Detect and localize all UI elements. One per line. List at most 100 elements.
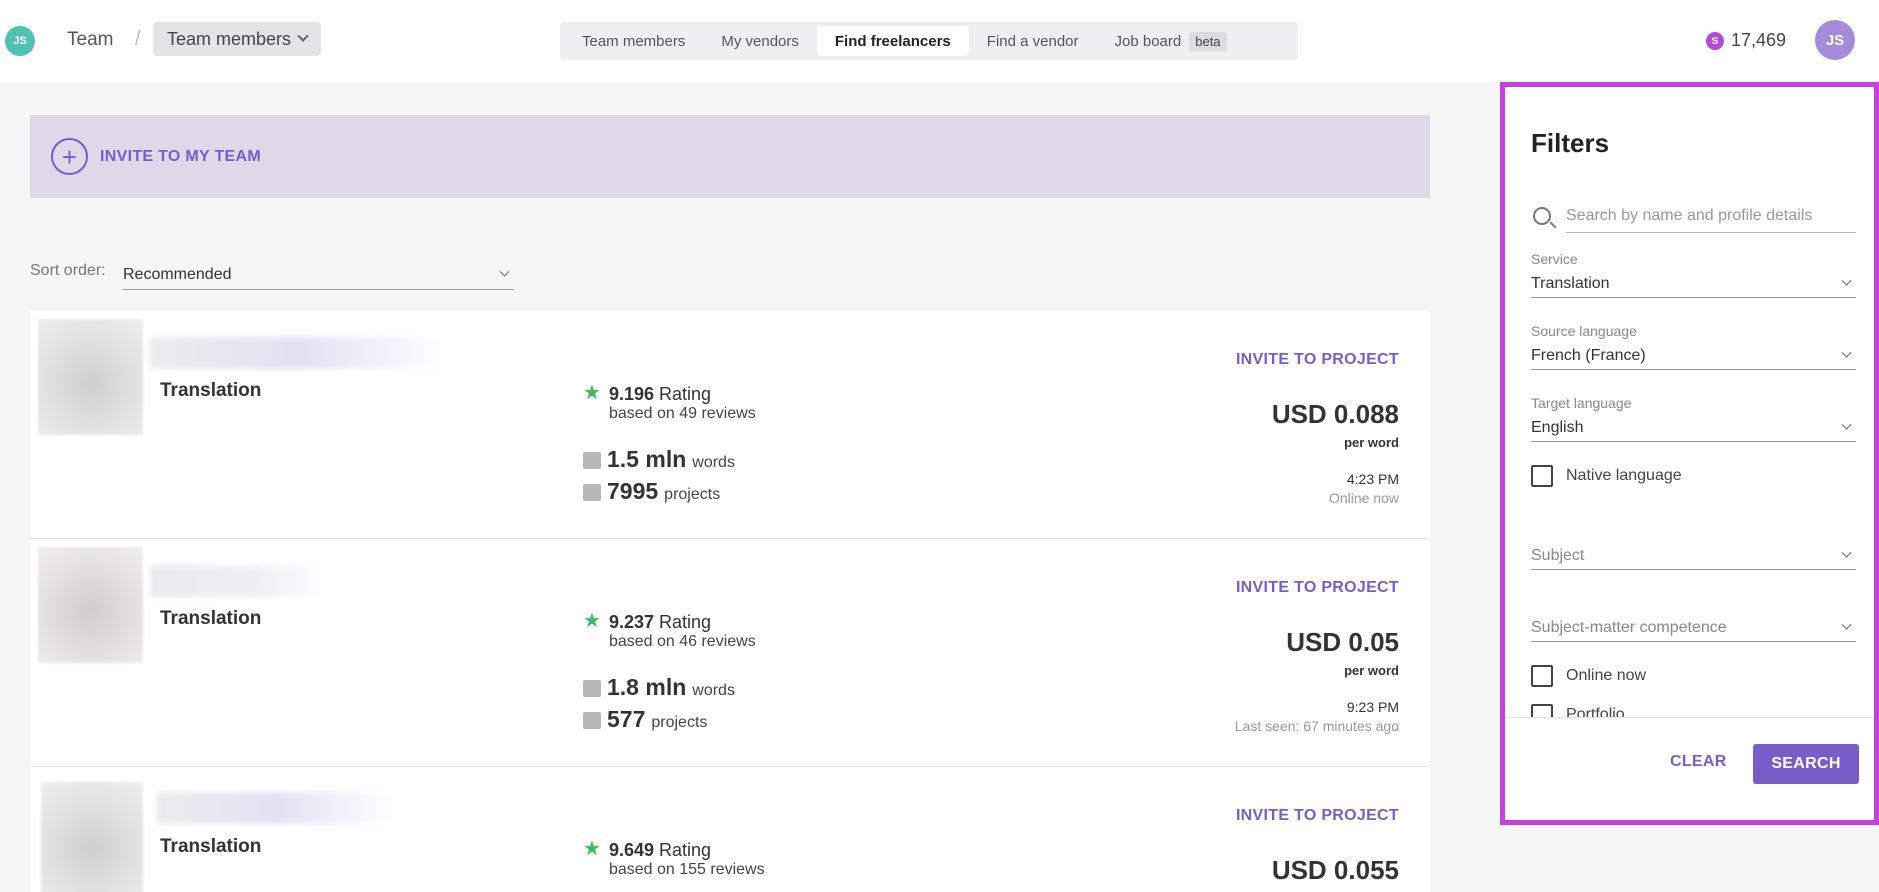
- invite-to-team-button[interactable]: + INVITE TO MY TEAM: [30, 115, 1430, 198]
- words-value: 1.5 mln: [607, 446, 687, 472]
- target-language-label: Target language: [1531, 395, 1632, 411]
- invite-to-team-label: INVITE TO MY TEAM: [100, 147, 261, 165]
- document-icon: [583, 452, 601, 469]
- checkbox-box[interactable]: [1531, 465, 1553, 487]
- reviews-count: based on 155 reviews: [608, 861, 765, 878]
- native-language-checkbox[interactable]: Native language: [1531, 465, 1682, 487]
- source-language-select[interactable]: French (France): [1531, 342, 1856, 370]
- target-language-select[interactable]: English: [1531, 414, 1856, 442]
- subject-select[interactable]: Subject: [1531, 542, 1856, 570]
- rating-label: Rating: [659, 840, 712, 860]
- rating-block: ★ 9.196 Rating based on 49 reviews: [583, 383, 756, 423]
- native-language-label: Native language: [1566, 467, 1682, 484]
- filters-panel: Filters Service Translation Source langu…: [1500, 82, 1879, 825]
- chevron-down-icon: [1841, 347, 1852, 358]
- source-language-value: French (France): [1531, 346, 1646, 364]
- org-logo[interactable]: JS: [5, 26, 35, 56]
- source-language-label: Source language: [1531, 323, 1637, 339]
- online-now-checkbox[interactable]: Online now: [1531, 665, 1646, 687]
- subject-placeholder: Subject: [1531, 546, 1585, 564]
- rating-label: Rating: [659, 612, 712, 632]
- tab-my-vendors[interactable]: My vendors: [703, 26, 817, 56]
- search-button[interactable]: SEARCH: [1753, 744, 1859, 784]
- target-language-value: English: [1531, 418, 1584, 436]
- beta-badge: beta: [1189, 31, 1227, 51]
- price-value: USD 0.088: [1271, 399, 1399, 429]
- presence-status: Last seen: 67 minutes ago: [1234, 718, 1399, 734]
- rating-label: Rating: [659, 384, 712, 404]
- freelancer-service: Translation: [160, 836, 262, 857]
- user-avatar[interactable]: JS: [1815, 20, 1855, 60]
- projects-value: 7995: [607, 478, 659, 504]
- sort-order-label: Sort order:: [30, 262, 106, 279]
- freelancer-photo[interactable]: [38, 319, 143, 435]
- service-label: Service: [1531, 251, 1578, 267]
- freelancer-name-blurred[interactable]: [150, 565, 330, 597]
- rating-block: ★ 9.649 Rating based on 155 reviews: [583, 839, 765, 879]
- tab-find-a-vendor[interactable]: Find a vendor: [969, 26, 1097, 56]
- freelancer-service: Translation: [160, 608, 262, 629]
- main-tabs: Team members My vendors Find freelancers…: [560, 22, 1298, 60]
- profile-search-input[interactable]: [1566, 199, 1856, 233]
- words-unit: words: [692, 454, 735, 471]
- invite-to-project-button[interactable]: INVITE TO PROJECT: [1236, 579, 1399, 597]
- subject-matter-competence-select[interactable]: Subject-matter competence: [1531, 614, 1856, 642]
- star-icon: ★: [583, 610, 601, 632]
- price-value: USD 0.055: [1271, 855, 1399, 885]
- briefcase-icon: [583, 712, 601, 729]
- filters-footer: CLEAR SEARCH: [1505, 717, 1874, 820]
- breadcrumb-current-label: Team members: [167, 28, 292, 49]
- price-value: USD 0.05: [1286, 627, 1399, 657]
- tab-team-members[interactable]: Team members: [564, 26, 703, 56]
- reviews-count: based on 49 reviews: [608, 405, 756, 422]
- reviews-count: based on 46 reviews: [608, 633, 756, 650]
- freelancer-card: Translation ★ 9.196 Rating based on 49 r…: [30, 311, 1430, 539]
- rating-value: 9.196: [608, 384, 654, 404]
- tab-find-freelancers[interactable]: Find freelancers: [816, 26, 969, 56]
- coin-icon: S: [1706, 32, 1724, 50]
- tab-job-board[interactable]: Job board beta: [1097, 26, 1245, 56]
- service-value: Translation: [1531, 274, 1610, 292]
- sort-order-value: Recommended: [123, 265, 232, 283]
- local-time: 9:23 PM: [1346, 699, 1399, 715]
- star-icon: ★: [583, 382, 601, 404]
- projects-stat: 577 projects: [583, 706, 707, 733]
- service-select[interactable]: Translation: [1531, 270, 1856, 298]
- plus-circle-icon: +: [51, 138, 88, 175]
- breadcrumb-current-dropdown[interactable]: Team members: [153, 22, 322, 56]
- words-unit: words: [692, 682, 735, 699]
- checkbox-box[interactable]: [1531, 665, 1553, 687]
- freelancer-service: Translation: [160, 380, 262, 401]
- projects-unit: projects: [651, 714, 708, 731]
- breadcrumb-team[interactable]: Team: [67, 29, 113, 51]
- clear-filters-button[interactable]: CLEAR: [1670, 753, 1727, 771]
- price-unit: per word: [1344, 435, 1399, 450]
- tab-job-board-label: Job board: [1114, 32, 1182, 50]
- chevron-down-icon: [1841, 547, 1852, 558]
- presence-status: Online now: [1328, 490, 1399, 506]
- words-value: 1.8 mln: [607, 674, 687, 700]
- rating-block: ★ 9.237 Rating based on 46 reviews: [583, 611, 756, 651]
- freelancer-name-blurred[interactable]: [150, 337, 450, 369]
- freelancer-photo[interactable]: [38, 547, 143, 663]
- price-unit: per word: [1344, 663, 1399, 678]
- balance-amount[interactable]: 17,469: [1731, 30, 1786, 51]
- briefcase-icon: [583, 484, 601, 501]
- chevron-down-icon: [297, 30, 309, 42]
- words-stat: 1.5 mln words: [583, 446, 735, 473]
- words-stat: 1.8 mln words: [583, 674, 735, 701]
- sort-order-select[interactable]: Recommended: [123, 260, 514, 290]
- subject-matter-competence-placeholder: Subject-matter competence: [1531, 618, 1727, 636]
- chevron-down-icon: [1841, 275, 1852, 286]
- star-icon: ★: [583, 838, 601, 860]
- chevron-down-icon: [1841, 419, 1852, 430]
- breadcrumb-separator: /: [135, 28, 141, 50]
- invite-to-project-button[interactable]: INVITE TO PROJECT: [1236, 351, 1399, 369]
- chevron-down-icon: [499, 266, 510, 277]
- projects-stat: 7995 projects: [583, 478, 720, 505]
- freelancer-name-blurred[interactable]: [157, 792, 397, 824]
- freelancer-photo[interactable]: [41, 782, 143, 892]
- invite-to-project-button[interactable]: INVITE TO PROJECT: [1236, 807, 1399, 825]
- search-icon: [1533, 207, 1551, 225]
- freelancer-card: Translation ★ 9.237 Rating based on 46 r…: [30, 539, 1430, 767]
